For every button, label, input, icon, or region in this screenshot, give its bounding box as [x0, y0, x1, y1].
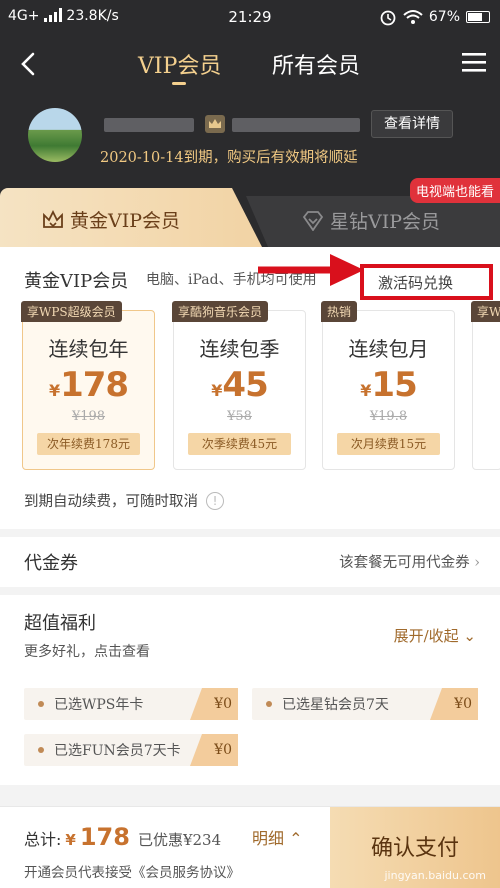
chevron-down-icon: ⌄ [463, 627, 476, 645]
tab-gold-label: 黄金VIP会员 [70, 210, 181, 232]
voucher-row[interactable]: 代金券 该套餐无可用代金券 › [0, 537, 500, 587]
expire-text: 2020-10-14到期，购买后有效期将顺延 [100, 150, 358, 166]
red-arrow-annotation [258, 254, 364, 286]
plan-card-partial[interactable]: 享W [471, 301, 500, 470]
user-info: 查看详情 2020-10-14到期，购买后有效期将顺延 [0, 100, 500, 180]
tab-all-members[interactable]: 所有会员 [272, 48, 360, 80]
bullet-icon [38, 747, 44, 753]
section-title: 黄金VIP会员 [24, 271, 129, 292]
benefit-item[interactable]: 已选FUN会员7天卡 ¥0 [24, 734, 238, 766]
plan-tag: 热销 [321, 301, 358, 322]
battery-icon [466, 11, 490, 23]
discount-text: 已优惠¥234 [137, 831, 222, 849]
tab-active-indicator [172, 82, 186, 85]
plan-cards: 享WPS超级会员 连续包年 ¥178 ¥198 次年续费178元 享酷狗音乐会员… [0, 294, 500, 474]
tab-star-label: 星钻VIP会员 [330, 211, 441, 233]
top-nav: VIP会员 所有会员 [0, 36, 500, 92]
chevron-up-icon: ⌃ [289, 829, 303, 848]
vip-crown-icon [205, 115, 225, 133]
total-price: 总计: ¥178 已优惠¥234 [24, 823, 222, 851]
benefits-section: 超值福利 更多好礼，点击查看 展开/收起 ⌄ 已选WPS年卡 ¥0 已选星钻会员… [0, 595, 500, 785]
battery-percent: 67% [428, 9, 460, 25]
auto-renew-note: 到期自动续费，可随时取消 ! [24, 490, 224, 511]
plan-tag: 享W [471, 301, 500, 322]
bullet-icon [38, 701, 44, 707]
tab-vip-member[interactable]: VIP会员 [138, 48, 221, 80]
checkout-bar: 总计: ¥178 已优惠¥234 明细 ⌃ 开通会员代表接受《会员服务协议》 确… [0, 806, 500, 888]
plan-price: ¥45 [211, 365, 268, 405]
plan-original-price: ¥19.8 [369, 409, 408, 424]
bullet-icon [266, 701, 272, 707]
plan-renew-note: 次月续费15元 [337, 433, 440, 455]
chevron-right-icon: › [474, 555, 480, 571]
wifi-icon [403, 10, 423, 24]
plan-price: ¥15 [360, 365, 417, 405]
plan-card-yearly[interactable]: 享WPS超级会员 连续包年 ¥178 ¥198 次年续费178元 [21, 301, 155, 470]
plan-card-monthly[interactable]: 热销 连续包月 ¥15 ¥19.8 次月续费15元 [321, 301, 455, 470]
agreement-text[interactable]: 开通会员代表接受《会员服务协议》 [24, 861, 240, 881]
avatar[interactable] [28, 108, 82, 162]
voucher-title: 代金券 [24, 553, 78, 574]
benefits-subtitle: 更多好礼，点击查看 [24, 644, 150, 660]
price-detail-toggle[interactable]: 明细 ⌃ [252, 825, 303, 849]
plan-renew-note: 次季续费45元 [188, 433, 291, 455]
tv-badge: 电视端也能看 [409, 178, 500, 203]
plan-card-quarterly[interactable]: 享酷狗音乐会员 连续包季 ¥45 ¥58 次季续费45元 [172, 301, 306, 470]
benefits-title: 超值福利 [24, 613, 96, 634]
plan-renew-note: 次年续费178元 [37, 433, 140, 455]
plan-name: 连续包季 [199, 337, 280, 361]
menu-icon[interactable] [462, 52, 486, 72]
benefit-item[interactable]: 已选星钻会员7天 ¥0 [252, 688, 478, 720]
expand-collapse-toggle[interactable]: 展开/收起 ⌄ [394, 625, 476, 646]
gold-plans-panel: 黄金VIP会员 电脑、iPad、手机均可使用 激活码兑换 › 享WPS超级会员 … [0, 247, 500, 529]
status-bar: 4G+ 23.8K/s 21:29 67% [0, 0, 500, 34]
plan-tag: 享酷狗音乐会员 [172, 301, 269, 322]
plan-name: 连续包月 [348, 337, 429, 361]
voucher-value: 该套餐无可用代金券 › [339, 555, 480, 571]
view-details-button[interactable]: 查看详情 [371, 110, 453, 138]
watermark: jingyan.baidu.com [384, 869, 486, 882]
diamond-icon [302, 210, 324, 231]
plan-price: ¥178 [48, 365, 129, 405]
plan-original-price: ¥58 [227, 409, 252, 424]
status-right: 67% [379, 8, 490, 26]
back-icon[interactable] [16, 50, 42, 78]
plan-name: 连续包年 [48, 337, 129, 361]
alarm-icon [380, 10, 396, 26]
benefit-item[interactable]: 已选WPS年卡 ¥0 [24, 688, 238, 720]
crown-icon [43, 209, 63, 228]
info-icon[interactable]: ! [206, 491, 224, 510]
username-blurred [100, 112, 362, 138]
plan-original-price: ¥198 [71, 409, 106, 424]
plan-tag: 享WPS超级会员 [21, 301, 122, 322]
chevron-right-icon: › [378, 274, 385, 293]
tab-star-vip[interactable]: 星钻VIP会员 [246, 196, 500, 247]
tab-gold-vip[interactable]: 黄金VIP会员 [0, 188, 262, 247]
